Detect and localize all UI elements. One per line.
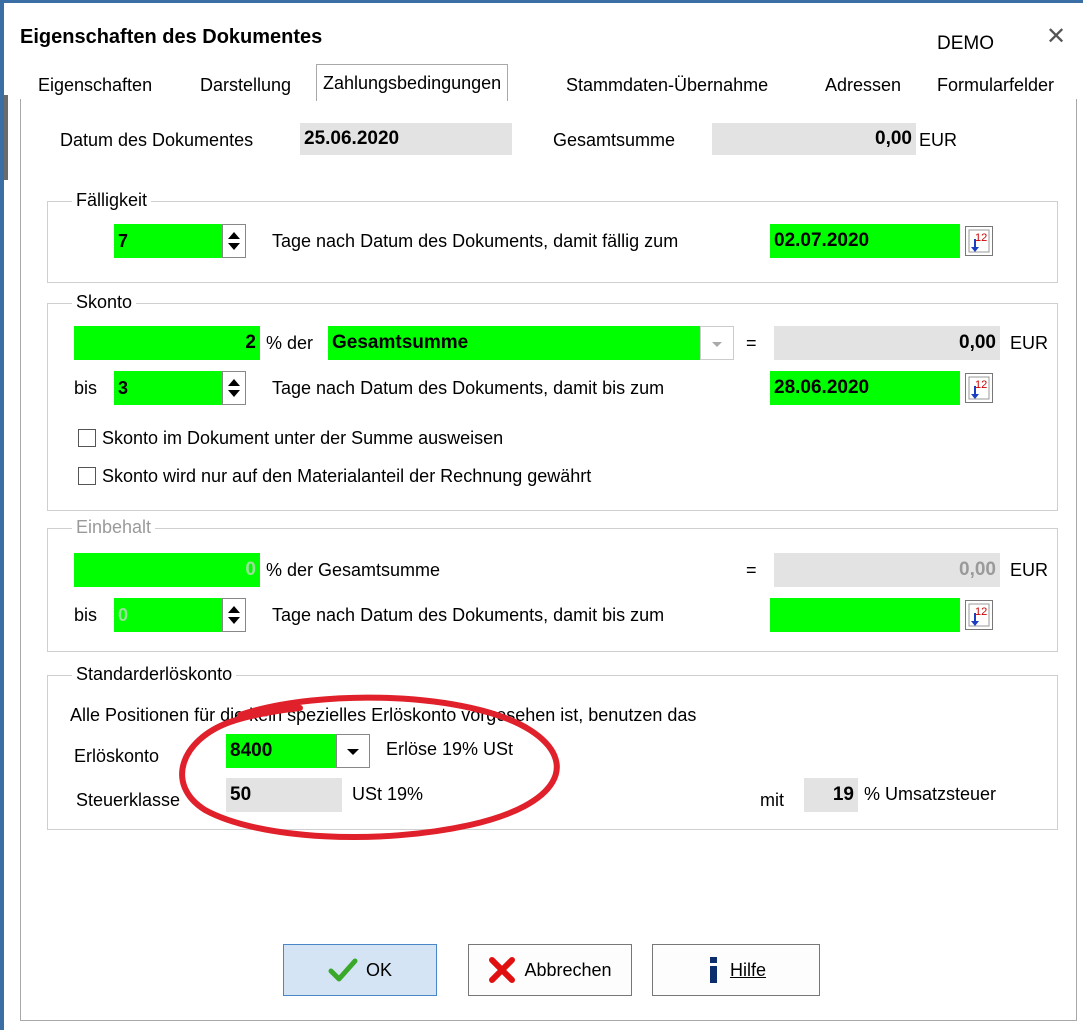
spinner-arrows-icon: [228, 379, 240, 397]
einbehalt-currency: EUR: [1010, 560, 1049, 580]
einbehalt-group: [47, 528, 1058, 652]
calendar-icon[interactable]: 12: [965, 600, 993, 630]
mit-label: mit: [760, 790, 784, 810]
close-icon[interactable]: ✕: [1046, 22, 1066, 51]
tab-zahlungsbedingungen[interactable]: Zahlungsbedingungen: [316, 64, 509, 101]
window-frame-top: [0, 0, 1083, 3]
umsatzsteuer-rate: 19: [804, 778, 858, 812]
skonto-equals: =: [746, 333, 757, 353]
einbehalt-equals: =: [746, 560, 757, 580]
help-label: Hilfe: [729, 959, 766, 980]
skonto-base-select[interactable]: Gesamtsumme: [328, 326, 700, 360]
ok-button[interactable]: OK: [283, 944, 437, 996]
gesamtsumme-currency: EUR: [919, 130, 958, 150]
faelligkeit-days-spinner[interactable]: [222, 224, 246, 258]
edge-marker: [4, 95, 8, 180]
faelligkeit-legend: Fälligkeit: [72, 190, 152, 211]
annotation-circle: [179, 694, 560, 840]
datum-value: 25.06.2020: [300, 123, 512, 155]
skonto-material-checkbox[interactable]: [78, 467, 96, 485]
tab-formularfelder[interactable]: Formularfelder: [937, 70, 1054, 100]
faelligkeit-days-input[interactable]: 7: [114, 224, 222, 258]
skonto-legend: Skonto: [72, 292, 137, 313]
umsatzsteuer-label: % Umsatzsteuer: [864, 784, 997, 804]
tab-stammdaten-uebernahme[interactable]: Stammdaten-Übernahme: [566, 70, 768, 100]
einbehalt-legend: Einbehalt: [72, 517, 156, 538]
einbehalt-date-input[interactable]: [770, 598, 960, 632]
tab-eigenschaften[interactable]: Eigenschaften: [38, 70, 152, 100]
calendar-icon[interactable]: 12: [965, 373, 993, 403]
erloes-konto-label: Erlöskonto: [74, 746, 160, 766]
skonto-amount: 0,00: [774, 326, 1000, 360]
skonto-base-dropdown[interactable]: [700, 326, 734, 360]
einbehalt-percent-input[interactable]: 0: [74, 553, 260, 587]
cancel-x-icon: [489, 957, 516, 983]
einbehalt-text: Tage nach Datum des Dokuments, damit bis…: [272, 605, 665, 625]
info-icon: [709, 957, 717, 983]
spinner-arrows-icon: [228, 232, 240, 250]
einbehalt-percent-label: % der Gesamtsumme: [266, 560, 441, 580]
cancel-button[interactable]: Abbrechen: [468, 944, 632, 996]
faelligkeit-text: Tage nach Datum des Dokuments, damit fäl…: [272, 231, 679, 251]
einbehalt-amount: 0,00: [774, 553, 1000, 587]
einbehalt-days-spinner[interactable]: [222, 598, 246, 632]
skonto-percent-label: % der: [266, 333, 314, 353]
checkmark-icon: [328, 958, 358, 982]
skonto-material-label: Skonto wird nur auf den Materialanteil d…: [102, 466, 592, 486]
cancel-label: Abbrechen: [524, 959, 612, 980]
ok-label: OK: [365, 959, 392, 980]
svg-text:12: 12: [975, 379, 987, 391]
skonto-date-input[interactable]: 28.06.2020: [770, 371, 960, 405]
svg-text:12: 12: [975, 606, 987, 618]
demo-label: DEMO: [937, 33, 994, 54]
tab-darstellung[interactable]: Darstellung: [200, 70, 291, 100]
faelligkeit-date-input[interactable]: 02.07.2020: [770, 224, 960, 258]
einbehalt-bis-label: bis: [74, 605, 98, 625]
einbehalt-days-input[interactable]: 0: [114, 598, 222, 632]
spinner-arrows-icon: [228, 606, 240, 624]
svg-text:12: 12: [975, 232, 987, 244]
calendar-icon[interactable]: 12: [965, 226, 993, 256]
steuerklasse-label: Steuerklasse: [76, 790, 181, 810]
datum-label: Datum des Dokumentes: [60, 130, 254, 150]
skonto-currency: EUR: [1010, 333, 1049, 353]
gesamtsumme-label: Gesamtsumme: [553, 130, 676, 150]
window-title: Eigenschaften des Dokumentes: [20, 26, 323, 48]
tab-adressen[interactable]: Adressen: [825, 70, 901, 100]
skonto-show-checkbox[interactable]: [78, 429, 96, 447]
gesamtsumme-value: 0,00: [712, 123, 916, 155]
skonto-bis-label: bis: [74, 378, 98, 398]
skonto-text: Tage nach Datum des Dokuments, damit bis…: [272, 378, 665, 398]
skonto-show-label: Skonto im Dokument unter der Summe auswe…: [102, 428, 504, 448]
skonto-days-input[interactable]: 3: [114, 371, 222, 405]
skonto-days-spinner[interactable]: [222, 371, 246, 405]
chevron-down-icon: [712, 342, 722, 347]
skonto-percent-input[interactable]: 2: [74, 326, 260, 360]
help-button[interactable]: Hilfe: [652, 944, 820, 996]
